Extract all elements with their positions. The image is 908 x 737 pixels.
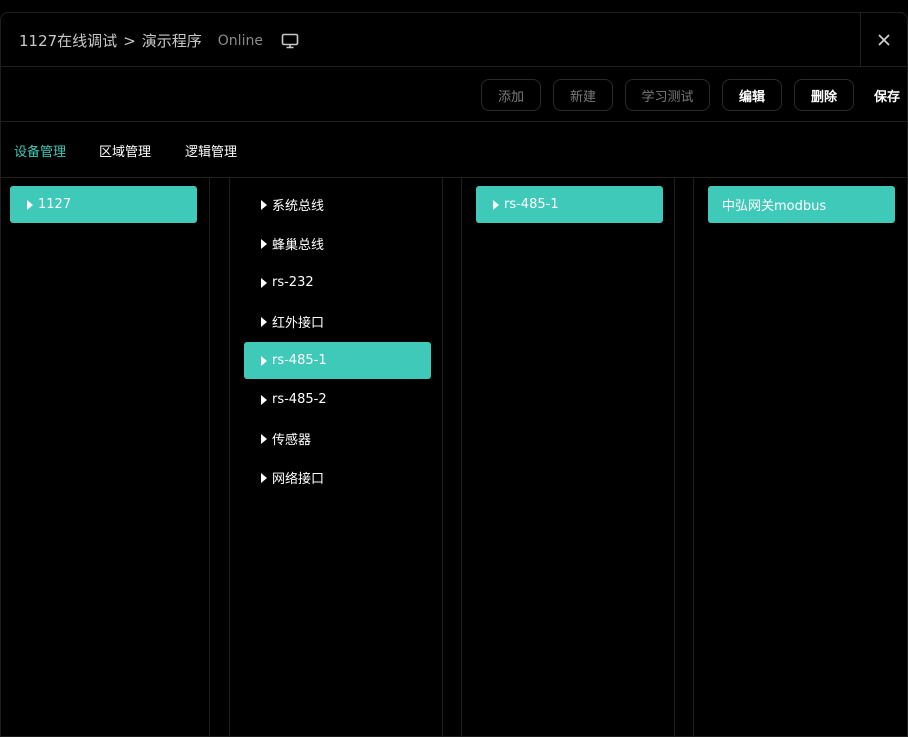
list-item-label: rs-232 bbox=[272, 275, 314, 290]
column-devices: 中弘网关modbus bbox=[693, 178, 907, 736]
dialog-window: 1127在线调试 > 演示程序 Online 添加 新建 学习测试 编辑 删除 … bbox=[0, 12, 908, 737]
connection-status: Online bbox=[217, 32, 263, 49]
delete-button[interactable]: 删除 bbox=[794, 79, 854, 111]
caret-right-icon bbox=[261, 472, 267, 483]
caret-right-icon bbox=[261, 433, 267, 444]
tab-bar: 设备管理 区域管理 逻辑管理 bbox=[1, 122, 907, 178]
new-button[interactable]: 新建 bbox=[553, 79, 613, 111]
list-item-rs-485-2[interactable]: rs-485-2 bbox=[244, 381, 431, 418]
list-item-port-rs-485-1[interactable]: rs-485-1 bbox=[476, 186, 663, 223]
save-button[interactable]: 保存 bbox=[867, 79, 907, 111]
list-item-system-bus[interactable]: 系统总线 bbox=[244, 186, 431, 223]
breadcrumb-root[interactable]: 1127在线调试 bbox=[19, 30, 117, 51]
list-item-label: 1127 bbox=[38, 197, 72, 212]
list-item-label: 红外接口 bbox=[272, 316, 325, 331]
column-controllers: 1127 bbox=[1, 178, 210, 736]
list-item-hive-bus[interactable]: 蜂巢总线 bbox=[244, 225, 431, 262]
list-item-gateway-modbus[interactable]: 中弘网关modbus bbox=[708, 186, 895, 223]
dialog-header: 1127在线调试 > 演示程序 Online bbox=[1, 13, 907, 67]
list-item-label: rs-485-1 bbox=[272, 353, 327, 368]
close-button[interactable] bbox=[860, 13, 907, 67]
caret-right-icon bbox=[261, 199, 267, 210]
list-item-label: rs-485-1 bbox=[504, 197, 559, 212]
list-item-label: 中弘网关modbus bbox=[722, 199, 827, 214]
tab-area-management[interactable]: 区域管理 bbox=[99, 141, 151, 160]
caret-right-icon bbox=[261, 238, 267, 249]
list-item-rs-485-1[interactable]: rs-485-1 bbox=[244, 342, 431, 379]
column-interfaces: 系统总线 蜂巢总线 rs-232 红外接口 rs-485-1 rs-485-2 … bbox=[229, 178, 443, 736]
caret-right-icon bbox=[493, 199, 499, 210]
caret-right-icon bbox=[261, 316, 267, 327]
tab-device-management[interactable]: 设备管理 bbox=[14, 141, 66, 160]
add-button[interactable]: 添加 bbox=[481, 79, 541, 111]
list-item-1127[interactable]: 1127 bbox=[10, 186, 197, 223]
close-icon bbox=[878, 31, 890, 50]
caret-right-icon bbox=[27, 199, 33, 210]
caret-right-icon bbox=[261, 277, 267, 288]
list-item-label: 系统总线 bbox=[272, 199, 325, 214]
breadcrumb: 1127在线调试 > 演示程序 Online bbox=[19, 30, 299, 51]
list-item-network[interactable]: 网络接口 bbox=[244, 459, 431, 496]
caret-right-icon bbox=[261, 394, 267, 405]
breadcrumb-separator: > bbox=[123, 31, 136, 50]
list-item-rs-232[interactable]: rs-232 bbox=[244, 264, 431, 301]
list-item-label: 传感器 bbox=[272, 433, 312, 448]
caret-right-icon bbox=[261, 355, 267, 366]
tab-logic-management[interactable]: 逻辑管理 bbox=[185, 141, 237, 160]
list-item-label: 网络接口 bbox=[272, 472, 325, 487]
list-item-label: 蜂巢总线 bbox=[272, 238, 325, 253]
list-item-sensor[interactable]: 传感器 bbox=[244, 420, 431, 457]
list-item-label: rs-485-2 bbox=[272, 392, 327, 407]
edit-button[interactable]: 编辑 bbox=[722, 79, 782, 111]
breadcrumb-current: 演示程序 bbox=[141, 32, 202, 50]
list-item-infrared[interactable]: 红外接口 bbox=[244, 303, 431, 340]
column-ports: rs-485-1 bbox=[461, 178, 675, 736]
learn-test-button[interactable]: 学习测试 bbox=[625, 79, 710, 111]
monitor-icon[interactable] bbox=[281, 33, 299, 49]
toolbar: 添加 新建 学习测试 编辑 删除 保存 bbox=[1, 67, 907, 122]
